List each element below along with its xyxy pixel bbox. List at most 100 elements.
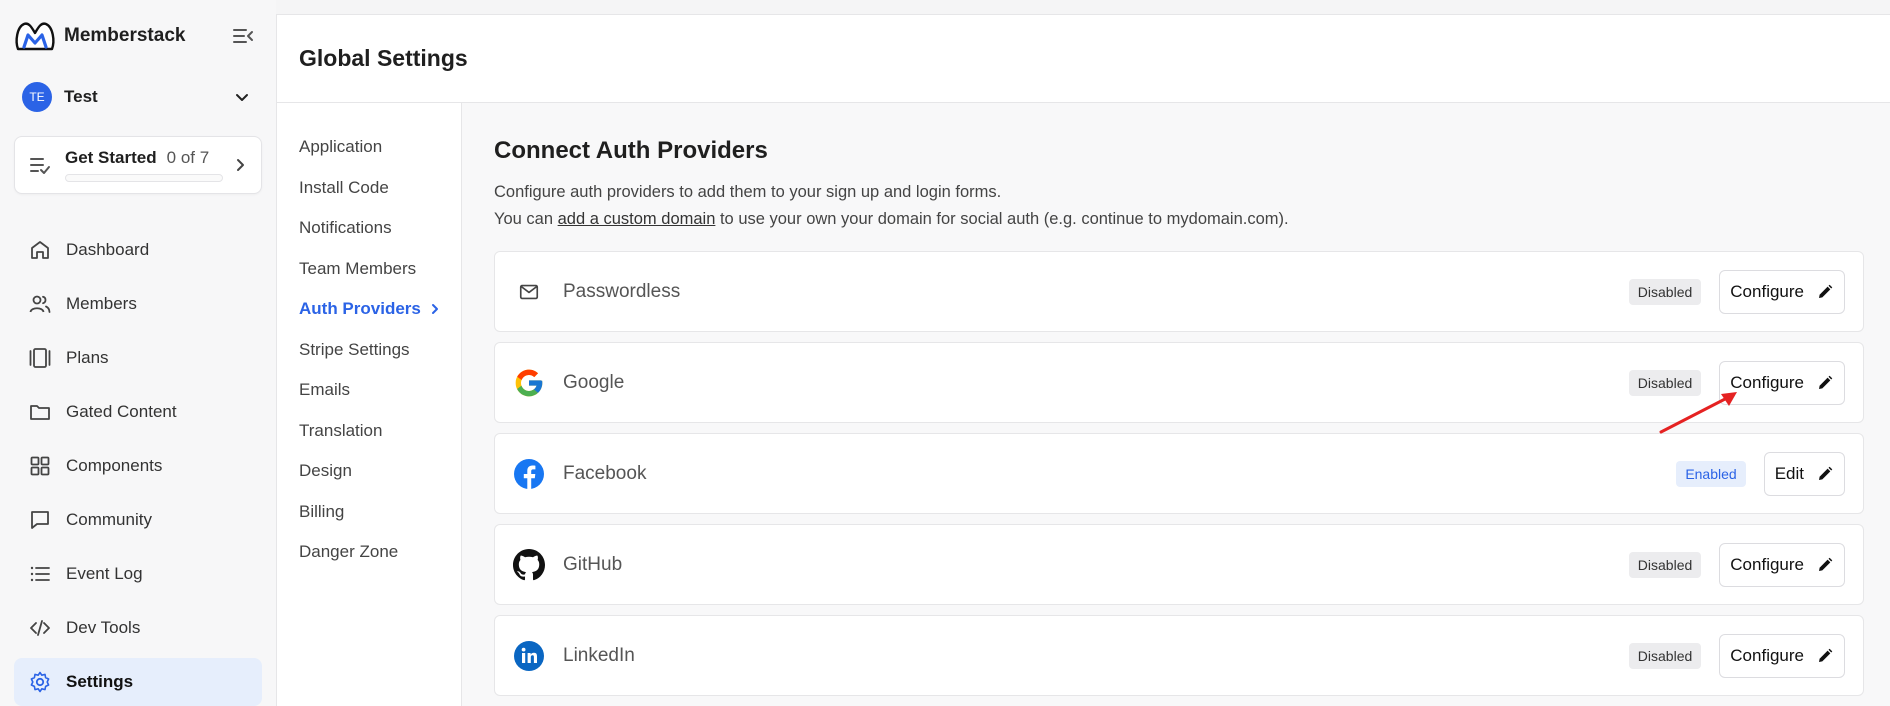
section-description: Configure auth providers to add them to … — [494, 183, 1002, 201]
mail-icon — [513, 276, 545, 308]
edit-facebook-button[interactable]: Edit — [1763, 451, 1845, 496]
chevron-down-icon — [236, 94, 248, 101]
brand[interactable]: Memberstack — [14, 0, 262, 72]
collapse-sidebar-icon[interactable] — [232, 26, 254, 46]
subnav-application[interactable]: Application — [277, 127, 461, 168]
brand-name: Memberstack — [64, 25, 186, 46]
subnav-design[interactable]: Design — [277, 451, 461, 492]
button-label: Configure — [1730, 645, 1804, 665]
sidebar-nav: Dashboard Members Plans Gated Content Co… — [14, 226, 262, 706]
sidebar-item-event-log[interactable]: Event Log — [14, 550, 262, 598]
folder-icon — [30, 405, 50, 420]
configure-github-button[interactable]: Configure — [1719, 542, 1845, 587]
chevron-right-icon — [237, 159, 244, 171]
sidebar-item-plans[interactable]: Plans — [14, 334, 262, 382]
subnav-team-members[interactable]: Team Members — [277, 249, 461, 290]
sidebar-item-members[interactable]: Members — [14, 280, 262, 328]
status-badge: Disabled — [1628, 642, 1702, 669]
code-icon — [30, 620, 50, 636]
sidebar-item-label: Members — [66, 294, 137, 313]
provider-name: Passwordless — [563, 280, 681, 302]
sidebar-item-gated-content[interactable]: Gated Content — [14, 388, 262, 436]
sidebar-item-community[interactable]: Community — [14, 496, 262, 544]
sidebar-item-label: Plans — [66, 348, 109, 367]
plans-icon — [29, 348, 51, 368]
status-badge: Disabled — [1628, 278, 1702, 305]
checklist-icon — [30, 158, 50, 174]
main-area: Global Settings Application Install Code… — [276, 0, 1890, 706]
users-icon — [29, 295, 51, 313]
sidebar-item-label: Gated Content — [66, 402, 177, 421]
sidebar-item-components[interactable]: Components — [14, 442, 262, 490]
chevron-right-icon — [431, 304, 438, 315]
github-icon — [513, 548, 545, 581]
settings-subnav: Application Install Code Notifications T… — [276, 103, 462, 706]
configure-google-button[interactable]: Configure — [1719, 360, 1845, 405]
status-badge: Enabled — [1676, 460, 1746, 487]
sidebar-item-label: Community — [66, 510, 152, 529]
subnav-emails[interactable]: Emails — [277, 370, 461, 411]
pencil-icon — [1819, 284, 1833, 298]
get-started-card[interactable]: Get Started 0 of 7 — [14, 136, 262, 194]
sidebar-item-label: Dashboard — [66, 240, 150, 259]
provider-name: Facebook — [563, 462, 647, 484]
button-label: Edit — [1774, 463, 1804, 483]
get-started-count: 0 of 7 — [166, 148, 210, 167]
note-prefix: You can — [494, 210, 558, 228]
sidebar: Memberstack TE Test Get Started 0 of 7 D… — [0, 0, 276, 706]
subnav-stripe-settings[interactable]: Stripe Settings — [277, 330, 461, 371]
provider-row-github: GitHub Disabled Configure — [494, 524, 1864, 605]
configure-linkedin-button[interactable]: Configure — [1719, 633, 1845, 678]
sidebar-item-label: Settings — [66, 672, 134, 691]
provider-row-passwordless: Passwordless Disabled Configure — [494, 251, 1864, 332]
custom-domain-note: You can add a custom domain to use your … — [494, 206, 1864, 233]
subnav-label: Auth Providers — [299, 299, 421, 319]
google-icon — [513, 367, 545, 399]
button-label: Configure — [1730, 372, 1804, 392]
add-custom-domain-link[interactable]: add a custom domain — [558, 210, 716, 228]
sidebar-item-settings[interactable]: Settings — [14, 658, 262, 706]
linkedin-icon — [513, 640, 545, 672]
subnav-notifications[interactable]: Notifications — [277, 208, 461, 249]
configure-passwordless-button[interactable]: Configure — [1719, 269, 1845, 314]
facebook-icon — [513, 458, 545, 490]
subnav-translation[interactable]: Translation — [277, 411, 461, 452]
provider-name: GitHub — [563, 553, 623, 575]
provider-list: Passwordless Disabled Configure Google D… — [494, 251, 1864, 696]
subnav-billing[interactable]: Billing — [277, 492, 461, 533]
pencil-icon — [1819, 466, 1833, 480]
note-suffix: to use your own your domain for social a… — [715, 210, 1289, 228]
subnav-auth-providers[interactable]: Auth Providers — [277, 289, 461, 330]
subnav-install-code[interactable]: Install Code — [277, 168, 461, 209]
sidebar-item-label: Dev Tools — [66, 618, 141, 637]
workspace-switcher[interactable]: TE Test — [14, 72, 262, 122]
page-title: Global Settings — [299, 45, 468, 71]
button-label: Configure — [1730, 281, 1804, 301]
sidebar-item-dev-tools[interactable]: Dev Tools — [14, 604, 262, 652]
get-started-body: Get Started 0 of 7 — [65, 148, 233, 182]
subnav-danger-zone[interactable]: Danger Zone — [277, 532, 461, 573]
sidebar-item-dashboard[interactable]: Dashboard — [14, 226, 262, 274]
section-title: Connect Auth Providers — [494, 137, 768, 164]
home-icon — [31, 241, 49, 259]
auth-providers-panel: Connect Auth Providers Configure auth pr… — [462, 103, 1890, 706]
pencil-icon — [1819, 375, 1833, 389]
list-icon — [30, 566, 50, 582]
sidebar-item-label: Components — [66, 456, 163, 475]
get-started-title: Get Started — [65, 148, 157, 167]
button-label: Configure — [1730, 554, 1804, 574]
provider-row-linkedin: LinkedIn Disabled Configure — [494, 615, 1864, 696]
pencil-icon — [1819, 557, 1833, 571]
provider-row-google: Google Disabled Configure — [494, 342, 1864, 423]
gear-icon — [30, 671, 50, 693]
provider-name: Google — [563, 371, 625, 393]
pencil-icon — [1819, 648, 1833, 662]
chat-icon — [31, 511, 49, 529]
status-badge: Disabled — [1628, 551, 1702, 578]
workspace-name: Test — [64, 87, 98, 106]
workspace-avatar: TE — [22, 82, 52, 112]
provider-name: LinkedIn — [563, 644, 635, 666]
get-started-progress-bar — [65, 174, 223, 182]
sidebar-item-label: Event Log — [66, 564, 143, 583]
content: Application Install Code Notifications T… — [276, 103, 1890, 706]
